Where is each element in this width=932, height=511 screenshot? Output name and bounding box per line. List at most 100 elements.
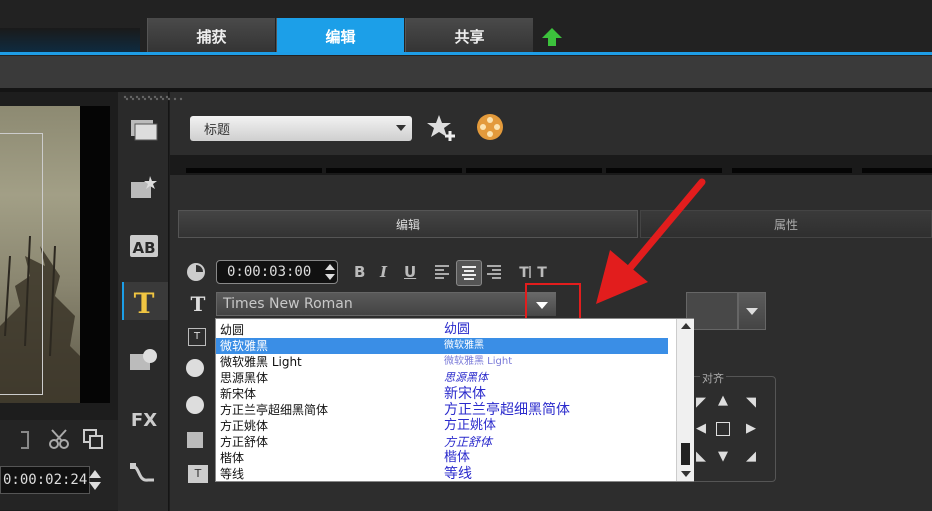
font-size-dropdown-button[interactable] <box>738 292 766 330</box>
radio-option-2[interactable] <box>186 396 204 414</box>
font-list-item[interactable]: 方正舒体 方正舒体 <box>216 434 668 450</box>
font-list-item[interactable]: 微软雅黑 Light 微软雅黑 Light <box>216 354 668 370</box>
filter-fx-icon[interactable]: FX <box>128 402 160 434</box>
svg-text:T: T <box>519 265 529 281</box>
tab-share[interactable]: 共享 <box>405 18 533 54</box>
text-direction-icon[interactable]: T T <box>516 262 550 282</box>
font-list-item[interactable]: 思源黑体 思源黑体 <box>216 370 668 386</box>
svg-text:T: T <box>191 292 206 314</box>
bold-button[interactable]: B <box>354 263 365 281</box>
font-preview: 幼圆 <box>444 322 471 337</box>
font-list-item[interactable]: 等线 等线 <box>216 466 668 482</box>
film-reel-icon[interactable] <box>476 113 504 141</box>
checkbox-option[interactable] <box>187 432 203 448</box>
font-list-item[interactable]: 幼圆 幼圆 <box>216 322 668 338</box>
align-right-icon[interactable] <box>486 264 502 280</box>
font-name: 楷体 <box>220 451 245 465</box>
scroll-down-icon[interactable] <box>681 471 691 477</box>
font-list-item[interactable]: 新宋体 新宋体 <box>216 386 668 402</box>
text-box-icon[interactable]: T <box>188 328 206 346</box>
clock-icon <box>187 263 205 281</box>
text-background-icon[interactable]: T <box>188 465 208 483</box>
tab-edit-options[interactable]: 编辑 <box>178 210 638 238</box>
font-list-item[interactable]: 方正姚体 方正姚体 <box>216 418 668 434</box>
scroll-up-icon[interactable] <box>681 323 691 329</box>
graphic-icon[interactable] <box>128 344 160 376</box>
font-list-item[interactable]: 方正兰亭超细黑简体 方正兰亭超细黑简体 <box>216 402 668 418</box>
scroll-thumb[interactable] <box>681 443 690 465</box>
font-name: 微软雅黑 <box>220 339 269 353</box>
thumbnail-item[interactable] <box>326 168 462 173</box>
library-sidebar: AB T FX <box>118 92 180 511</box>
align-left-icon[interactable] <box>434 264 450 280</box>
underline-button[interactable]: U <box>404 263 416 281</box>
font-list-item[interactable]: 楷体 楷体 <box>216 450 668 466</box>
library-category-select[interactable]: 标题 <box>190 116 412 141</box>
panel-grip-icon <box>125 97 183 101</box>
align-bottom-icon[interactable]: ▼ <box>716 450 730 464</box>
tab-capture[interactable]: 捕获 <box>147 18 275 54</box>
preview-letterbox <box>80 106 110 403</box>
media-icon[interactable] <box>128 114 160 146</box>
align-bottom-left-icon[interactable]: ◣ <box>694 450 708 464</box>
annotation-arrow-icon <box>596 178 706 304</box>
align-bottom-right-icon[interactable]: ◢ <box>744 450 758 464</box>
duration-spinner-icon[interactable] <box>324 262 336 282</box>
svg-text:T: T <box>537 265 547 281</box>
font-preview: 方正姚体 <box>444 418 497 433</box>
library-category-value: 标题 <box>204 123 231 138</box>
highlight-box <box>525 283 581 320</box>
chevron-down-icon <box>746 308 758 315</box>
font-name: 等线 <box>220 467 245 481</box>
font-name: 幼圆 <box>220 323 245 337</box>
svg-text:FX: FX <box>131 410 157 431</box>
font-name: 新宋体 <box>220 387 257 401</box>
path-motion-icon[interactable] <box>128 458 160 490</box>
thumbnail-item[interactable] <box>186 168 322 173</box>
italic-button[interactable]: I <box>380 263 387 281</box>
svg-text:AB: AB <box>132 239 155 257</box>
font-list-item-selected[interactable]: 微软雅黑 微软雅黑 <box>216 338 668 354</box>
align-top-icon[interactable]: ▲ <box>716 394 730 408</box>
svg-text:T: T <box>134 287 155 318</box>
radio-option-1[interactable] <box>186 359 204 377</box>
thumbnail-item[interactable] <box>466 168 602 173</box>
instant-project-icon[interactable] <box>128 172 160 204</box>
transition-icon[interactable]: AB <box>128 230 160 262</box>
alignment-label: 对齐 <box>700 370 726 386</box>
copy-icon[interactable] <box>82 428 104 450</box>
font-name: 方正舒体 <box>220 435 269 449</box>
font-list-scrollbar[interactable] <box>676 319 694 481</box>
preview-controls <box>0 420 118 510</box>
align-top-right-icon[interactable]: ◥ <box>744 396 758 410</box>
preview-timecode-value: 0:00:02:24 <box>3 472 88 488</box>
font-icon: T <box>191 292 206 314</box>
font-preview: 微软雅黑 <box>444 340 484 351</box>
align-center-icon <box>462 266 476 280</box>
thumbnail-item[interactable] <box>862 168 932 173</box>
add-star-icon[interactable] <box>426 113 460 143</box>
title-icon[interactable]: T <box>128 286 160 318</box>
font-select-value: Times New Roman <box>223 296 353 312</box>
font-select[interactable]: Times New Roman <box>216 292 556 316</box>
top-bar-accent <box>0 28 140 52</box>
align-center-button[interactable] <box>456 260 482 286</box>
thumbnail-item[interactable] <box>732 168 852 173</box>
preview-timecode[interactable]: 0:00:02:24 <box>0 466 90 494</box>
timecode-spinner-icon[interactable] <box>88 468 102 492</box>
align-center-box-icon[interactable] <box>716 422 730 436</box>
upload-arrow-icon[interactable] <box>541 26 563 48</box>
duration-field[interactable]: 0:00:03:00 <box>216 260 338 284</box>
duration-value: 0:00:03:00 <box>227 264 312 280</box>
tab-edit[interactable]: 编辑 <box>276 18 404 54</box>
font-preview: 等线 <box>444 466 472 482</box>
align-left-arrow-icon[interactable]: ◀ <box>694 422 708 436</box>
font-name: 思源黑体 <box>220 371 269 385</box>
mark-out-icon[interactable] <box>18 430 32 450</box>
tab-underline <box>0 52 932 55</box>
scissors-icon[interactable] <box>48 428 70 450</box>
thumbnail-item[interactable] <box>606 168 722 173</box>
align-right-arrow-icon[interactable]: ▶ <box>744 422 758 436</box>
font-preview: 微软雅黑 Light <box>444 356 513 367</box>
align-top-left-icon[interactable]: ◤ <box>694 396 708 410</box>
